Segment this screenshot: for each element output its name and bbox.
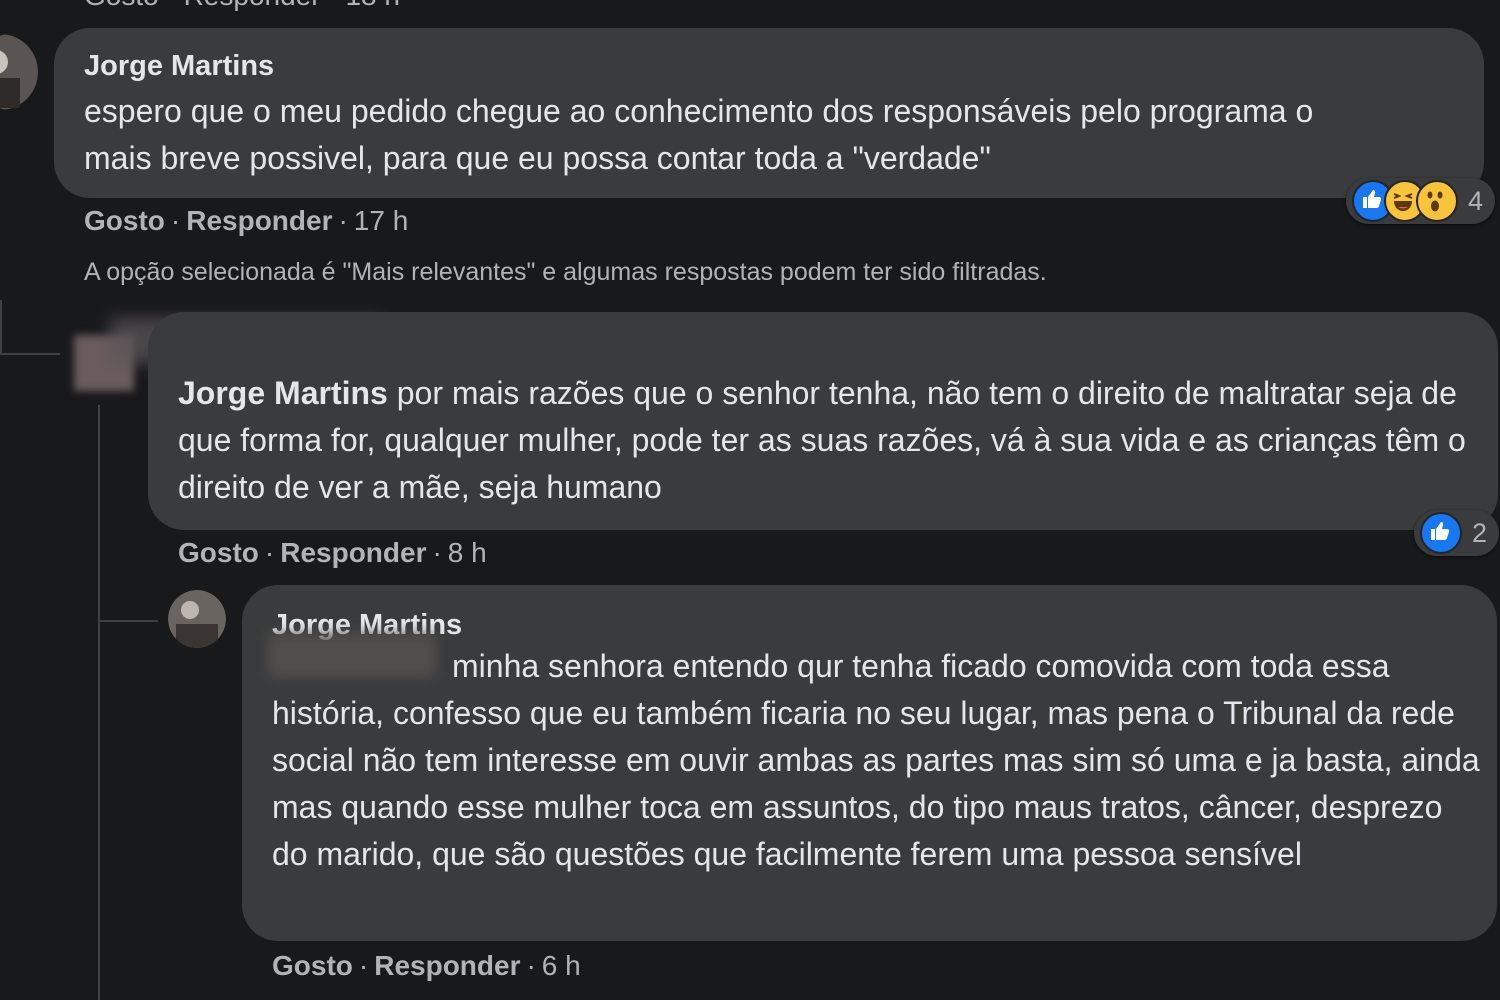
reply-button[interactable]: Responder [186, 205, 332, 236]
like-button[interactable]: Gosto [84, 205, 165, 236]
separator: · [432, 537, 442, 568]
timestamp[interactable]: 6 h [542, 950, 581, 981]
avatar-image [168, 590, 226, 648]
reply-actions: Gosto · Responder · 8 h [178, 537, 487, 569]
separator: · [264, 537, 275, 568]
thread-connector [98, 620, 158, 622]
reply-text: Jorge Martins por mais razões que o senh… [178, 370, 1478, 511]
reaction-count: 4 [1468, 185, 1484, 216]
reaction-summary[interactable]: 4 [1346, 178, 1496, 224]
reply-text: minha senhora entendo qur tenha ficado c… [272, 648, 1480, 872]
reply-bubble: Jorge Martins minha senhora entendo qur … [242, 585, 1497, 941]
previous-comment-actions: Gosto · Responder · 18 h [84, 0, 400, 12]
comment-author[interactable]: Jorge Martins [84, 50, 274, 83]
avatar-image [0, 34, 38, 110]
mention-link[interactable]: Jorge Martins [178, 375, 388, 411]
like-button[interactable]: Gosto [272, 950, 353, 981]
filter-notice: A opção selecionada é "Mais relevantes" … [84, 258, 1047, 286]
separator: · [170, 205, 181, 236]
timestamp[interactable]: 17 h [354, 205, 409, 236]
thread-line [98, 405, 100, 1000]
timestamp[interactable]: 8 h [448, 537, 487, 568]
reply-bubble: Jorge Martins por mais razões que o senh… [148, 312, 1498, 530]
separator: · [358, 950, 369, 981]
reaction-summary[interactable]: 2 [1414, 510, 1500, 556]
separator: · [338, 205, 348, 236]
avatar[interactable] [168, 590, 226, 648]
separator: · [526, 950, 536, 981]
reply-button[interactable]: Responder [280, 537, 426, 568]
like-button[interactable]: Gosto [178, 537, 259, 568]
comment-text: espero que o meu pedido chegue ao conhec… [84, 93, 1314, 176]
comment-actions: Gosto · Responder · 17 h [84, 205, 408, 237]
reaction-count: 2 [1472, 517, 1488, 548]
like-icon [1420, 512, 1462, 554]
reply-button[interactable]: Responder [374, 950, 520, 981]
thread-connector [0, 353, 60, 355]
comment-bubble: Jorge Martins espero que o meu pedido ch… [54, 28, 1484, 198]
thread-line [0, 300, 2, 355]
reply-actions: Gosto · Responder · 6 h [272, 950, 581, 982]
wow-icon [1416, 180, 1458, 222]
avatar[interactable] [0, 34, 38, 110]
